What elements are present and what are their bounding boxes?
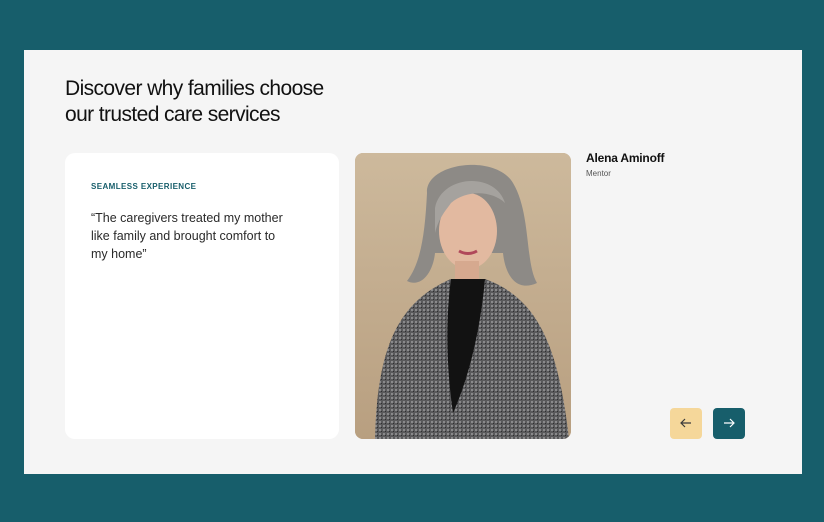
section-heading: Discover why families choose our trusted… bbox=[65, 77, 324, 126]
testimonials-section: Discover why families choose our trusted… bbox=[24, 50, 802, 474]
testimonial-photo bbox=[355, 153, 571, 439]
arrow-left-icon bbox=[680, 416, 692, 431]
testimonial-quote: “The caregivers treated my mother like f… bbox=[91, 211, 283, 261]
person-role: Mentor bbox=[586, 169, 611, 178]
next-testimonial-button[interactable] bbox=[713, 408, 745, 439]
testimonial-eyebrow: SEAMLESS EXPERIENCE bbox=[91, 182, 197, 191]
arrow-right-icon bbox=[723, 416, 735, 431]
previous-testimonial-button[interactable] bbox=[670, 408, 702, 439]
person-name: Alena Aminoff bbox=[586, 151, 665, 165]
testimonial-card: SEAMLESS EXPERIENCE “The caregivers trea… bbox=[65, 153, 339, 439]
